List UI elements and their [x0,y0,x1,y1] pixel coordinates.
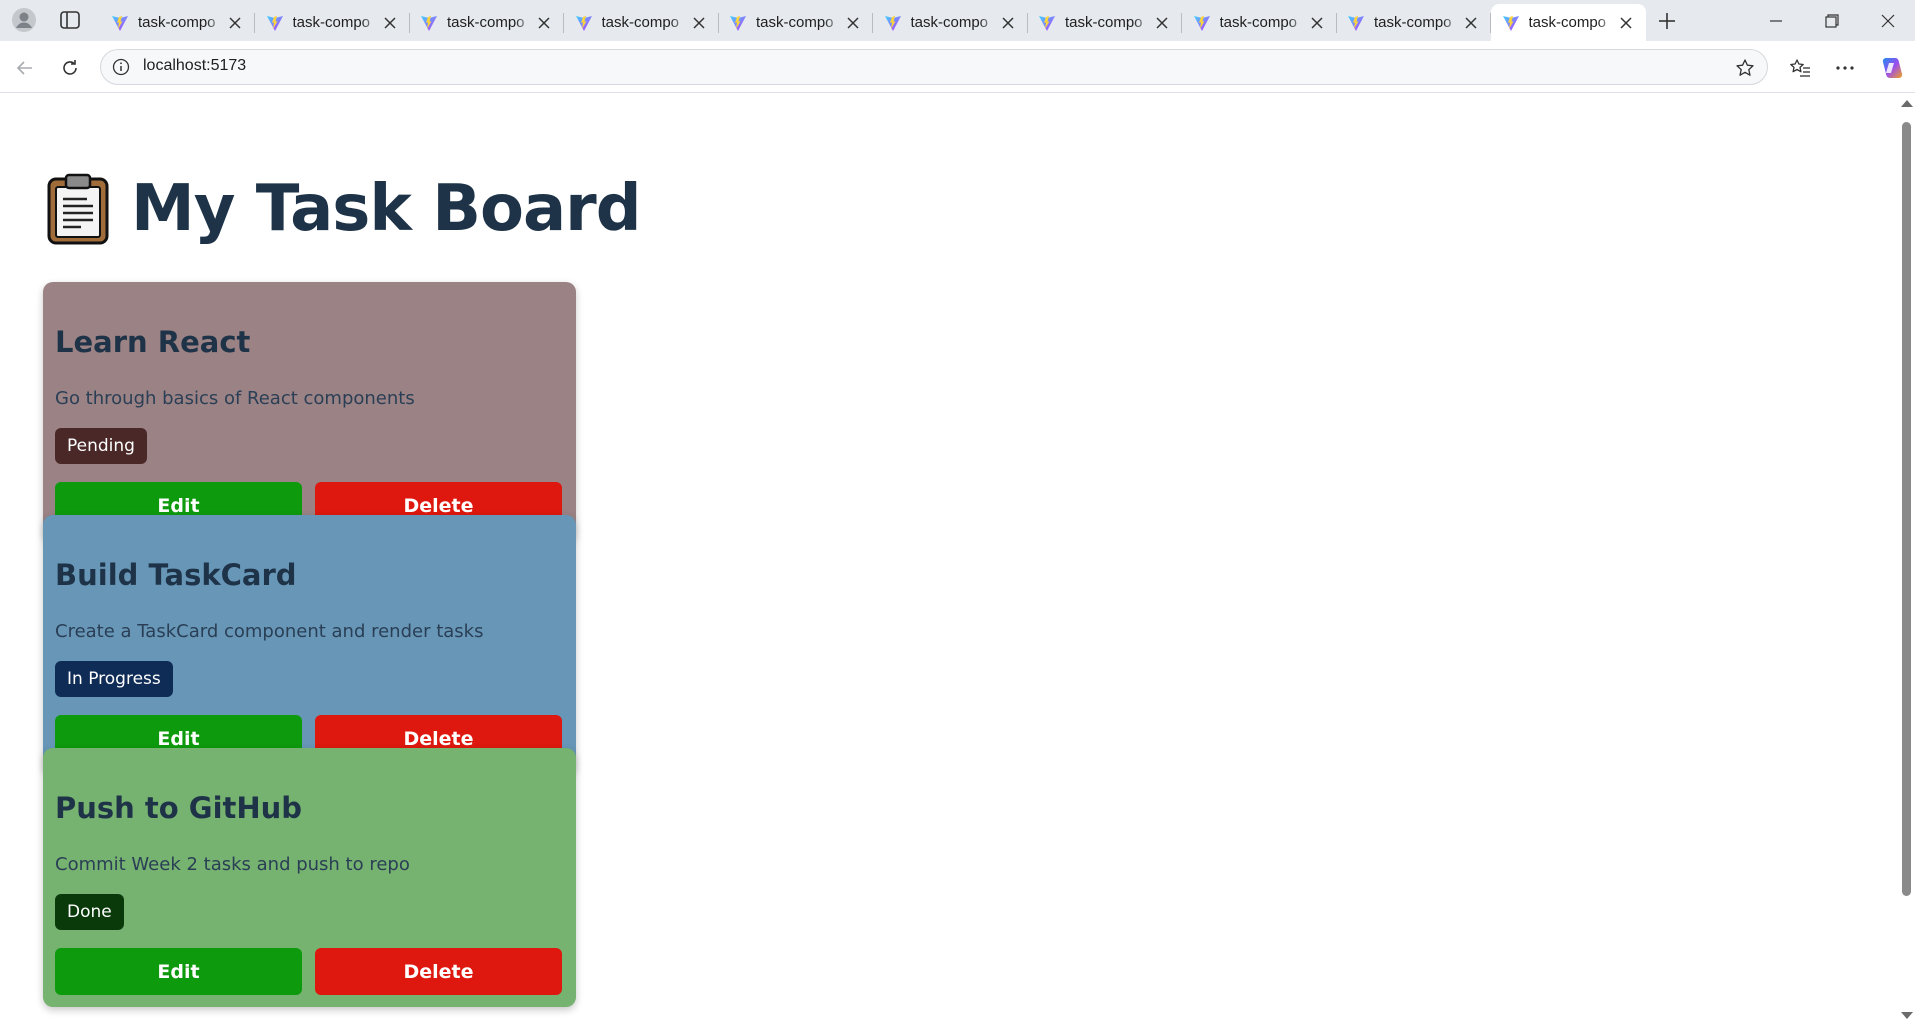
task-description: Go through basics of React components [55,388,415,409]
page-viewport: My Task Board Learn React Go through basi… [5,94,1898,1025]
browser-tab[interactable]: task-compo [873,4,1028,41]
address-bar[interactable]: localhost:5173 [100,49,1768,85]
vite-favicon-icon [265,13,285,33]
browser-tab[interactable]: task-compo [100,4,255,41]
close-tab-icon[interactable] [380,13,400,33]
scrollbar-thumb[interactable] [1902,122,1911,896]
browser-tab[interactable]: task-compo [1336,4,1491,41]
tab-title: task-compo [292,14,371,31]
vite-favicon-icon [883,13,903,33]
close-tab-icon[interactable] [998,13,1018,33]
site-info-icon[interactable] [111,57,131,77]
status-badge: Pending [55,428,147,464]
browser-tab[interactable]: task-compo [409,4,564,41]
minimize-icon[interactable] [1748,0,1804,41]
scroll-down-arrow-icon[interactable] [1901,1012,1913,1019]
restore-icon[interactable] [1804,0,1860,41]
close-window-icon[interactable] [1860,0,1915,41]
close-tab-icon[interactable] [225,13,245,33]
task-description: Commit Week 2 tasks and push to repo [55,854,410,875]
clipboard-icon [47,173,109,245]
tab-title: task-compo [1374,14,1452,31]
close-tab-icon[interactable] [843,13,863,33]
close-tab-icon[interactable] [1616,13,1636,33]
tab-title: task-compo [1219,14,1298,31]
task-description: Create a TaskCard component and render t… [55,621,484,642]
tab-title: task-compo [756,14,834,31]
favorites-icon[interactable] [1783,51,1817,85]
new-tab-button[interactable] [1650,6,1684,36]
address-text[interactable]: localhost:5173 [143,57,246,75]
status-badge: Done [55,894,124,930]
tab-title: task-compo [1528,14,1607,31]
vite-favicon-icon [419,13,439,33]
vite-favicon-icon [1037,13,1057,33]
vite-favicon-icon [110,13,130,33]
profile-icon[interactable] [8,6,40,34]
task-card: Learn React Go through basics of React co… [43,282,576,541]
reload-icon[interactable] [53,51,87,85]
close-tab-icon[interactable] [1461,13,1481,33]
browser-tab[interactable]: task-compo [564,4,719,41]
browser-toolbar: localhost:5173 [0,41,1915,93]
vite-favicon-icon [1192,13,1212,33]
vite-favicon-icon [728,13,748,33]
tab-title: task-compo [1065,14,1143,31]
task-title: Build TaskCard [55,558,297,592]
tab-title: task-compo [601,14,680,31]
vite-favicon-icon [1501,13,1521,33]
task-title: Push to GitHub [55,791,303,825]
more-options-icon[interactable] [1828,51,1862,85]
close-tab-icon[interactable] [689,13,709,33]
tab-title: task-compo [138,14,216,31]
favorite-star-icon[interactable] [1733,56,1757,80]
page-title: My Task Board [47,172,642,246]
back-icon[interactable] [8,51,42,85]
vertical-scrollbar[interactable] [1898,94,1915,1025]
edit-button[interactable]: Edit [55,948,302,995]
page-title-text: My Task Board [131,172,642,246]
task-title: Learn React [55,325,251,359]
browser-tab[interactable]: task-compo [1490,4,1646,41]
status-badge: In Progress [55,661,173,697]
copilot-icon[interactable] [1874,51,1908,85]
task-card: Push to GitHub Commit Week 2 tasks and pu… [43,748,576,1007]
vite-favicon-icon [574,13,594,33]
delete-button[interactable]: Delete [315,948,562,995]
tab-actions-icon[interactable] [56,8,84,32]
browser-tab[interactable]: task-compo [718,4,873,41]
browser-tab[interactable]: task-compo [255,4,410,41]
close-tab-icon[interactable] [534,13,554,33]
vite-favicon-icon [1346,13,1366,33]
tab-title: task-compo [910,14,989,31]
close-tab-icon[interactable] [1307,13,1327,33]
browser-tab[interactable]: task-compo [1182,4,1337,41]
close-tab-icon[interactable] [1152,13,1172,33]
tab-title: task-compo [447,14,525,31]
scroll-up-arrow-icon[interactable] [1901,100,1913,107]
browser-tab[interactable]: task-compo [1027,4,1182,41]
tab-strip: task-compo task-compo task-compo task-compo… [0,0,1915,41]
task-card: Build TaskCard Create a TaskCard componen… [43,515,576,774]
